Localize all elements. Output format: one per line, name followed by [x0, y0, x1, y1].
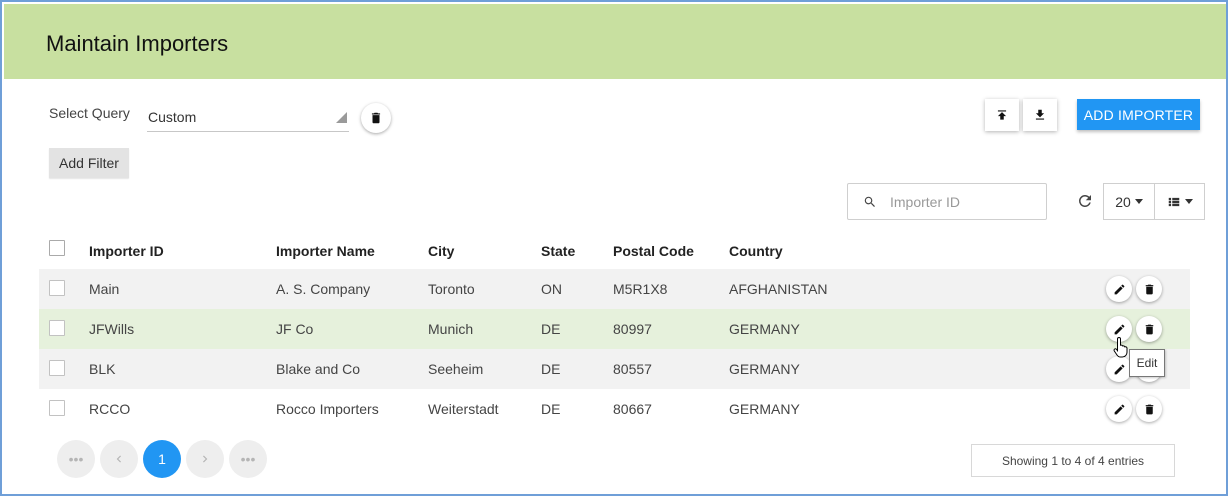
city-cell: Munich	[428, 321, 474, 337]
country-cell: GERMANY	[729, 361, 800, 377]
column-header[interactable]: Importer Name	[276, 243, 375, 259]
upload-button[interactable]	[985, 99, 1019, 131]
state-cell: DE	[541, 321, 561, 337]
importer-id-cell: JFWills	[89, 321, 135, 337]
chevron-right-icon	[203, 455, 208, 463]
pencil-icon	[1114, 364, 1124, 374]
pagination-page-button[interactable]: 1	[143, 440, 181, 478]
search-input[interactable]	[890, 192, 1040, 212]
column-header[interactable]: Importer ID	[89, 243, 164, 259]
chevron-left-icon	[116, 455, 121, 463]
trash-icon	[1145, 284, 1153, 294]
column-header[interactable]: City	[428, 243, 454, 259]
upload-icon	[997, 110, 1007, 120]
trash-icon	[1145, 404, 1153, 414]
country-cell: GERMANY	[729, 401, 800, 417]
pagination-first-button[interactable]: •••	[57, 440, 95, 478]
delete-button[interactable]	[1136, 276, 1162, 302]
state-cell: DE	[541, 361, 561, 377]
refresh-button[interactable]	[1076, 192, 1094, 210]
dropdown-caret-icon	[336, 112, 347, 123]
select-query-dropdown[interactable]: Custom	[147, 102, 349, 132]
importer-name-cell: JF Co	[276, 321, 314, 337]
row-checkbox[interactable]	[49, 360, 65, 376]
table-row[interactable]: RCCO Rocco Importers Weiterstadt DE 8066…	[39, 389, 1190, 429]
table-row[interactable]: BLK Blake and Co Seeheim DE 80557 GERMAN…	[39, 349, 1190, 389]
postal-code-cell: 80667	[613, 401, 652, 417]
importer-id-cell: BLK	[89, 361, 116, 377]
download-icon	[1035, 109, 1045, 120]
trash-icon	[1145, 324, 1153, 334]
column-header[interactable]: Postal Code	[613, 243, 694, 259]
hand-cursor-icon	[1113, 336, 1128, 358]
importer-id-cell: RCCO	[89, 401, 131, 417]
pagination-prev-button[interactable]	[100, 440, 138, 478]
postal-code-cell: 80557	[613, 361, 652, 377]
pagination-last-button[interactable]: •••	[229, 440, 267, 478]
column-header[interactable]: Country	[729, 243, 783, 259]
pencil-icon	[1114, 284, 1124, 294]
edit-button[interactable]	[1106, 276, 1132, 302]
column-view-dropdown[interactable]	[1154, 183, 1205, 220]
page-title: Maintain Importers	[46, 31, 229, 56]
delete-query-button[interactable]	[361, 103, 391, 133]
caret-down-icon	[1134, 199, 1143, 204]
page-size-dropdown[interactable]: 20	[1103, 183, 1155, 220]
search-box[interactable]	[847, 183, 1047, 220]
edit-button[interactable]	[1106, 396, 1132, 422]
pagination-next-button[interactable]	[186, 440, 224, 478]
caret-down-icon	[1184, 199, 1193, 204]
postal-code-cell: 80997	[613, 321, 652, 337]
edit-tooltip: Edit	[1129, 349, 1165, 377]
refresh-icon	[1078, 194, 1091, 207]
state-cell: ON	[541, 281, 562, 297]
select-query-value: Custom	[148, 109, 197, 125]
select-all-checkbox[interactable]	[49, 240, 65, 256]
trash-icon	[371, 112, 381, 124]
column-header[interactable]: State	[541, 243, 575, 259]
table-row[interactable]: Main A. S. Company Toronto ON M5R1X8 AFG…	[39, 269, 1190, 309]
importer-name-cell: Rocco Importers	[276, 401, 379, 417]
pencil-icon	[1114, 404, 1124, 414]
city-cell: Toronto	[428, 281, 475, 297]
postal-code-cell: M5R1X8	[613, 281, 668, 297]
delete-button[interactable]	[1136, 316, 1162, 342]
entries-summary: Showing 1 to 4 of 4 entries	[971, 444, 1175, 477]
app-frame: Maintain Importers Select Query Custom A…	[0, 0, 1228, 496]
add-importer-button[interactable]: ADD IMPORTER	[1077, 99, 1200, 130]
country-cell: AFGHANISTAN	[729, 281, 828, 297]
row-checkbox[interactable]	[49, 320, 65, 336]
select-query-label: Select Query	[49, 105, 130, 121]
city-cell: Seeheim	[428, 361, 484, 377]
list-view-icon	[1168, 197, 1179, 206]
row-checkbox[interactable]	[49, 400, 65, 416]
state-cell: DE	[541, 401, 561, 417]
importer-id-cell: Main	[89, 281, 120, 297]
row-checkbox[interactable]	[49, 280, 65, 296]
pencil-icon	[1114, 324, 1124, 334]
page-size-value: 20	[1115, 193, 1131, 210]
download-button[interactable]	[1023, 99, 1057, 131]
city-cell: Weiterstadt	[428, 401, 499, 417]
country-cell: GERMANY	[729, 321, 800, 337]
importer-name-cell: Blake and Co	[276, 361, 361, 377]
delete-button[interactable]	[1136, 396, 1162, 422]
page-header: Maintain Importers	[4, 4, 1226, 79]
search-icon	[864, 196, 875, 207]
table-header: Importer ID Importer Name City State Pos…	[39, 232, 1190, 269]
add-filter-button[interactable]: Add Filter	[49, 148, 129, 178]
importer-name-cell: A. S. Company	[276, 281, 371, 297]
table-row[interactable]: JFWills JF Co Munich DE 80997 GERMANY	[39, 309, 1190, 349]
